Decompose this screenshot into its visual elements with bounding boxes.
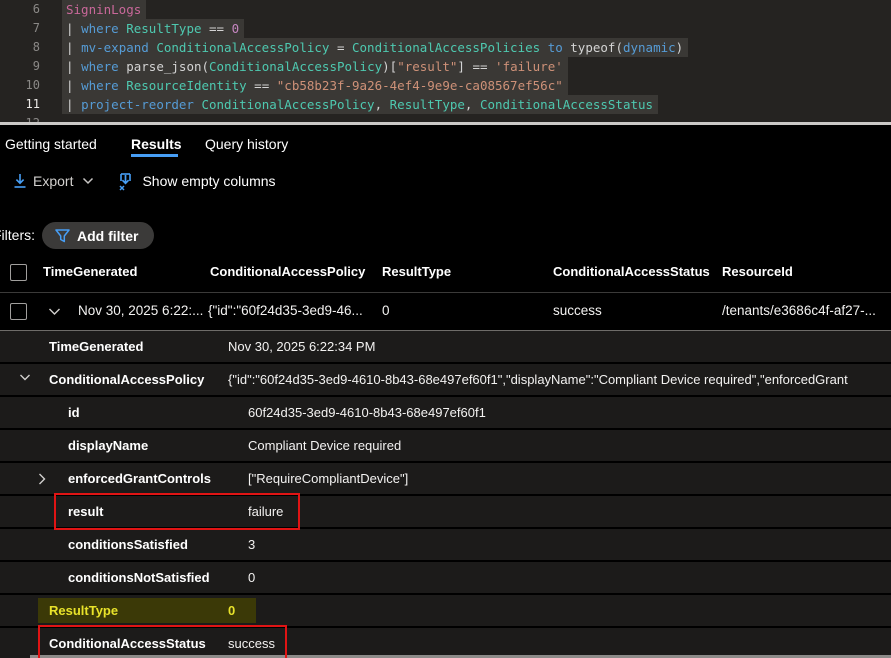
tab-getting-started[interactable]: Getting started — [5, 136, 97, 152]
column-header-resulttype[interactable]: ResultType — [382, 264, 451, 279]
detail-row-conditionssatisfied[interactable]: conditionsSatisfied 3 — [0, 529, 891, 560]
export-chevron-down-icon[interactable] — [82, 177, 94, 185]
line-number: 11 — [0, 95, 40, 114]
cell-resulttype: 0 — [382, 303, 390, 318]
detail-value: Nov 30, 2025 6:22:34 PM — [228, 331, 375, 362]
column-header-timegenerated[interactable]: TimeGenerated — [43, 264, 137, 279]
detail-value: success — [228, 628, 275, 658]
detail-row-enforcedgrantcontrols[interactable]: enforcedGrantControls ["RequireCompliantD… — [0, 463, 891, 494]
query-editor[interactable]: 6 SigninLogs 7 | where ResultType == 0 8 | mv… — [0, 0, 891, 123]
detail-row-resulttype[interactable]: ResultType 0 — [0, 595, 891, 626]
detail-value: ["RequireCompliantDevice"] — [248, 463, 408, 494]
show-empty-columns-icon — [117, 172, 134, 191]
cell-resourceid: /tenants/e3686c4f-af27-... — [722, 303, 876, 318]
detail-row-result[interactable]: result failure — [0, 496, 891, 527]
filter-funnel-icon — [55, 229, 70, 243]
detail-row-timegenerated[interactable]: TimeGenerated Nov 30, 2025 6:22:34 PM — [0, 331, 891, 362]
add-filter-label: Add filter — [77, 228, 138, 244]
detail-row-conditionsnotsatisfied[interactable]: conditionsNotSatisfied 0 — [0, 562, 891, 593]
detail-value: Compliant Device required — [248, 430, 401, 461]
code-text: | where ResourceIdentity == "cb58b23f-9a… — [62, 76, 568, 95]
download-icon — [13, 173, 27, 189]
results-tab-bar: Getting started Results Query history — [0, 125, 891, 160]
code-text: | where parse_json(ConditionalAccessPoli… — [62, 57, 568, 76]
column-header-resourceid[interactable]: ResourceId — [722, 264, 793, 279]
results-toolbar: Export Show empty columns — [0, 160, 891, 202]
detail-key: id — [68, 397, 80, 428]
cell-conditionalaccessstatus: success — [553, 303, 602, 318]
detail-value: 60f24d35-3ed9-4610-8b43-68e497ef60f1 — [248, 397, 486, 428]
line-number: 9 — [0, 57, 40, 76]
code-line-11: 11 | project-reorder ConditionalAccessPol… — [0, 95, 891, 114]
column-header-conditionalaccessstatus[interactable]: ConditionalAccessStatus — [553, 264, 710, 279]
line-number: 7 — [0, 19, 40, 38]
detail-key: TimeGenerated — [49, 331, 143, 362]
detail-key: displayName — [68, 430, 148, 461]
grid-header-row: TimeGenerated ConditionalAccessPolicy Re… — [0, 255, 891, 293]
detail-value: failure — [248, 496, 283, 527]
cell-timegenerated: Nov 30, 2025 6:22:... — [78, 303, 203, 318]
detail-key: conditionsSatisfied — [68, 529, 188, 560]
detail-row-conditionalaccessstatus[interactable]: ConditionalAccessStatus success — [0, 628, 891, 658]
export-button[interactable]: Export — [13, 173, 94, 189]
detail-value: {"id":"60f24d35-3ed9-4610-8b43-68e497ef6… — [228, 364, 848, 395]
detail-key: enforcedGrantControls — [68, 463, 211, 494]
line-number: 10 — [0, 76, 40, 95]
detail-key: ConditionalAccessStatus — [49, 628, 206, 658]
tab-query-history[interactable]: Query history — [205, 136, 288, 152]
detail-row-conditionalaccesspolicy[interactable]: ConditionalAccessPolicy {"id":"60f24d35-3… — [0, 364, 891, 395]
detail-row-displayname[interactable]: displayName Compliant Device required — [0, 430, 891, 461]
detail-row-id[interactable]: id 60f24d35-3ed9-4610-8b43-68e497ef60f1 — [0, 397, 891, 428]
detail-key: ConditionalAccessPolicy — [49, 364, 204, 395]
code-text: SigninLogs — [62, 0, 146, 19]
detail-key: conditionsNotSatisfied — [68, 562, 210, 593]
row-checkbox[interactable] — [10, 303, 27, 320]
table-row[interactable]: Nov 30, 2025 6:22:... {"id":"60f24d35-3e… — [0, 293, 891, 331]
editor-lines: 6 SigninLogs 7 | where ResultType == 0 8 | mv… — [0, 0, 891, 133]
show-empty-columns-toggle[interactable]: Show empty columns — [117, 172, 275, 191]
code-line-9: 9 | where parse_json(ConditionalAccessPol… — [0, 57, 891, 76]
code-text: | mv-expand ConditionalAccessPolicy = Co… — [62, 38, 688, 57]
show-empty-columns-label: Show empty columns — [142, 173, 275, 189]
detail-value: 3 — [248, 529, 255, 560]
code-line-10: 10 | where ResourceIdentity == "cb58b23f-… — [0, 76, 891, 95]
tab-results[interactable]: Results — [131, 136, 182, 152]
cell-conditionalaccesspolicy: {"id":"60f24d35-3ed9-46... — [208, 303, 363, 318]
row-expand-chevron-down-icon[interactable] — [48, 308, 61, 316]
detail-key: ResultType — [49, 595, 118, 626]
code-line-8: 8 | mv-expand ConditionalAccessPolicy = C… — [0, 38, 891, 57]
column-header-conditionalaccesspolicy[interactable]: ConditionalAccessPolicy — [210, 264, 365, 279]
code-text: | project-reorder ConditionalAccessPolic… — [62, 95, 658, 114]
detail-key: result — [68, 496, 103, 527]
code-line-6: 6 SigninLogs — [0, 0, 891, 19]
detail-value: 0 — [228, 595, 235, 626]
export-label: Export — [33, 173, 73, 189]
code-text: | where ResultType == 0 — [62, 19, 244, 38]
row-detail-panel: TimeGeneratedNov 30, 2025 6:22:34 PMCond… — [0, 331, 891, 658]
filters-label: Filters: — [0, 227, 35, 243]
line-number: 6 — [0, 0, 40, 19]
log-analytics-results-screen: 6 SigninLogs 7 | where ResultType == 0 8 | mv… — [0, 0, 891, 658]
detail-expand-chevron-right-icon[interactable] — [38, 473, 46, 485]
line-number: 8 — [0, 38, 40, 57]
active-tab-underline — [131, 154, 178, 157]
select-all-checkbox[interactable] — [10, 264, 27, 281]
code-line-7: 7 | where ResultType == 0 — [0, 19, 891, 38]
detail-expand-chevron-down-icon[interactable] — [19, 374, 31, 382]
detail-value: 0 — [248, 562, 255, 593]
add-filter-button[interactable]: Add filter — [42, 222, 154, 249]
